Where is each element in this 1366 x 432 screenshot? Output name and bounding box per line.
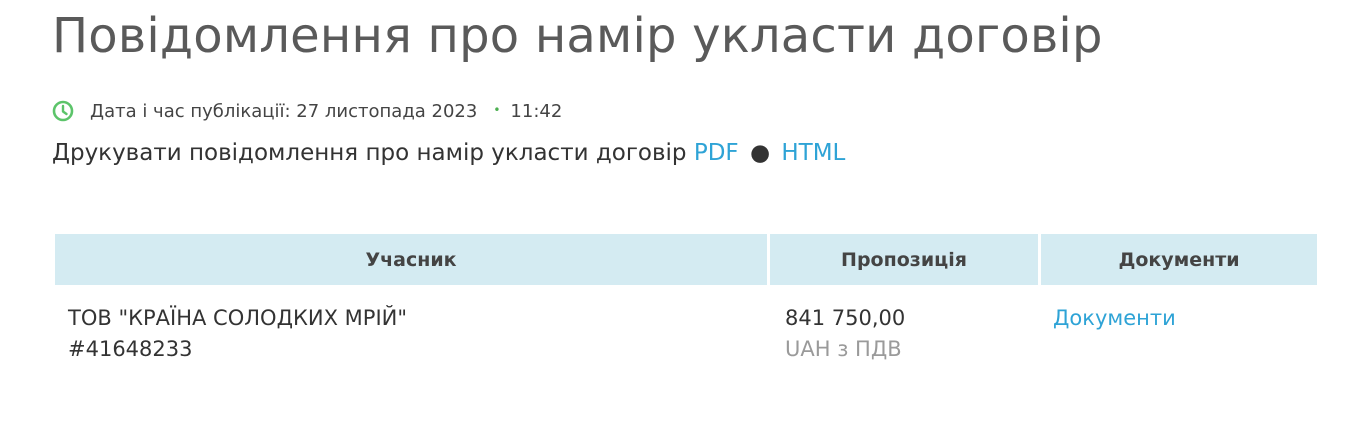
- header-documents: Документи: [1041, 234, 1317, 285]
- offer-currency: UAH з ПДВ: [785, 337, 902, 361]
- page: Повідомлення про намір укласти договір Д…: [0, 0, 1366, 432]
- documents-cell: Документи: [1041, 303, 1317, 365]
- offer-cell: 841 750,00 UAH з ПДВ: [770, 303, 1038, 365]
- print-separator: ●: [749, 140, 771, 166]
- documents-link[interactable]: Документи: [1053, 306, 1176, 330]
- publication-time: 11:42: [510, 100, 563, 122]
- publication-date: Дата і час публікації: 27 листопада 2023: [90, 100, 478, 122]
- print-text: Друкувати повідомлення про намір укласти…: [52, 140, 687, 166]
- page-title: Повідомлення про намір укласти договір: [52, 8, 1103, 64]
- print-line: Друкувати повідомлення про намір укласти…: [52, 140, 845, 166]
- pdf-link[interactable]: PDF: [694, 140, 739, 166]
- publication-info: Дата і час публікації: 27 листопада 2023…: [52, 98, 562, 124]
- table-header: Учасник Пропозиція Документи: [55, 234, 1317, 285]
- html-link[interactable]: HTML: [781, 140, 845, 166]
- participant-code: #41648233: [68, 337, 193, 361]
- participant-cell: ТОВ "КРАЇНА СОЛОДКИХ МРІЙ" #41648233: [55, 303, 767, 365]
- offer-amount: 841 750,00: [785, 306, 906, 330]
- bids-table: Учасник Пропозиція Документи ТОВ "КРАЇНА…: [55, 234, 1317, 365]
- header-offer: Пропозиція: [770, 234, 1038, 285]
- clock-icon: [52, 100, 74, 122]
- header-participant: Учасник: [55, 234, 767, 285]
- separator-dot: •: [493, 103, 501, 117]
- participant-name: ТОВ "КРАЇНА СОЛОДКИХ МРІЙ": [68, 306, 408, 330]
- table-row: ТОВ "КРАЇНА СОЛОДКИХ МРІЙ" #41648233 841…: [55, 285, 1317, 365]
